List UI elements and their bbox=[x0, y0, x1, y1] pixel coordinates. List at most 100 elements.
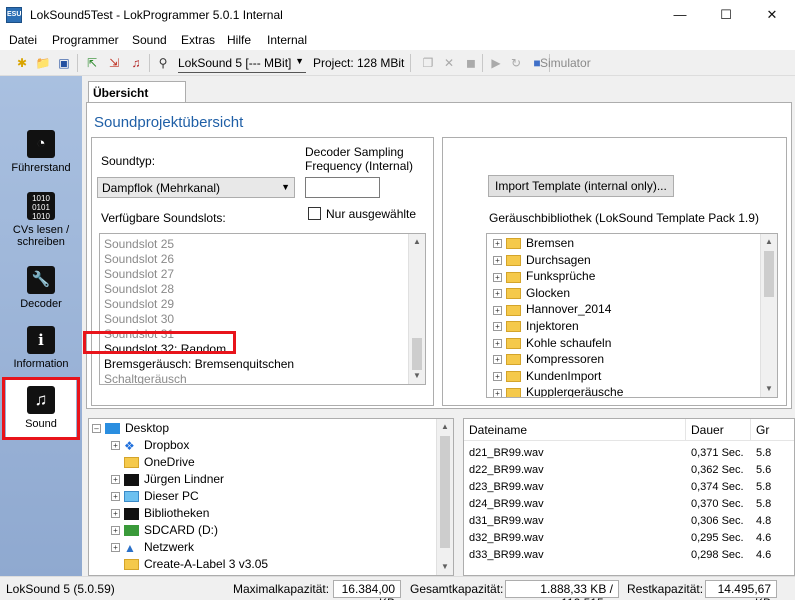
nav-information[interactable]: i Information bbox=[6, 326, 76, 370]
import-icon[interactable]: ⇱ bbox=[84, 55, 100, 71]
probe-icon[interactable]: ⚲ bbox=[155, 55, 171, 71]
expand-icon[interactable]: + bbox=[111, 441, 120, 451]
tree-item-sdcard[interactable]: + SDCARD (D:) bbox=[111, 523, 218, 537]
expand-icon[interactable]: + bbox=[493, 239, 502, 249]
file-duration-cell[interactable]: 0,298 Sec. bbox=[686, 547, 751, 564]
tree-item-bibliotheken[interactable]: + Bibliotheken bbox=[111, 506, 209, 520]
file-duration-cell[interactable]: 0,370 Sec. bbox=[686, 496, 751, 513]
file-name-cell[interactable]: d23_BR99.wav bbox=[464, 479, 686, 496]
list-item[interactable]: Schaltgeräusch bbox=[100, 372, 425, 384]
list-item[interactable]: Soundslot 25 bbox=[100, 237, 425, 252]
file-size-cell[interactable]: 5.8 bbox=[751, 496, 794, 513]
file-size-cell[interactable]: 4.6 bbox=[751, 530, 794, 547]
file-tree-scrollbar[interactable]: ▲ ▼ bbox=[436, 419, 453, 575]
file-duration-cell[interactable]: 0,295 Sec. bbox=[686, 530, 751, 547]
open-folder-icon[interactable]: 📁 bbox=[35, 55, 51, 71]
scroll-down-icon[interactable]: ▼ bbox=[409, 368, 425, 384]
file-table[interactable]: Dateiname Dauer Gr d21_BR99.wav 0,371 Sec… bbox=[463, 418, 795, 576]
tree-item-dieser-pc[interactable]: + Dieser PC bbox=[111, 489, 199, 503]
file-name-cell[interactable]: d21_BR99.wav bbox=[464, 445, 686, 462]
soundslot-list[interactable]: Soundslot 25 Soundslot 26 Soundslot 27 S… bbox=[99, 233, 426, 385]
tree-item[interactable]: + Injektoren bbox=[493, 319, 777, 336]
list-item[interactable]: Soundslot 29 bbox=[100, 297, 425, 312]
minimize-icon[interactable]: — bbox=[657, 0, 703, 30]
column-header-dauer[interactable]: Dauer bbox=[686, 419, 751, 441]
column-header-groesse[interactable]: Gr bbox=[751, 419, 794, 441]
file-size-cell[interactable]: 5.8 bbox=[751, 445, 794, 462]
library-scrollbar[interactable]: ▲ ▼ bbox=[760, 234, 777, 397]
tree-item[interactable]: + Kohle schaufeln bbox=[493, 336, 777, 353]
scroll-down-icon[interactable]: ▼ bbox=[761, 381, 777, 397]
scroll-thumb[interactable] bbox=[764, 251, 774, 297]
scroll-up-icon[interactable]: ▲ bbox=[437, 419, 453, 435]
music-export-icon[interactable]: ♫ bbox=[128, 55, 144, 71]
expand-icon[interactable]: + bbox=[493, 338, 502, 348]
import-template-button[interactable]: Import Template (internal only)... bbox=[488, 175, 674, 197]
expand-icon[interactable]: + bbox=[493, 388, 502, 397]
tree-item[interactable]: + Hannover_2014 bbox=[493, 302, 777, 319]
menu-internal[interactable]: Internal bbox=[267, 33, 307, 47]
expand-icon[interactable]: + bbox=[493, 305, 502, 315]
soundtyp-select[interactable]: Dampflok (Mehrkanal) ▼ bbox=[97, 177, 295, 198]
menu-hilfe[interactable]: Hilfe bbox=[227, 33, 251, 47]
file-name-cell[interactable]: d24_BR99.wav bbox=[464, 496, 686, 513]
list-item[interactable]: Bremsgeräusch: Bremsenquitschen bbox=[100, 357, 425, 372]
file-size-cell[interactable]: 5.6 bbox=[751, 462, 794, 479]
reload-icon[interactable]: ↻ bbox=[508, 55, 524, 71]
expand-icon[interactable]: + bbox=[493, 255, 502, 265]
tree-item-create-a-label[interactable]: Create-A-Label 3 v3.05 bbox=[124, 557, 268, 571]
expand-icon[interactable]: + bbox=[111, 543, 120, 553]
file-size-cell[interactable]: 5.8 bbox=[751, 479, 794, 496]
tree-item[interactable]: + Kompressoren bbox=[493, 352, 777, 369]
file-duration-cell[interactable]: 0,371 Sec. bbox=[686, 445, 751, 462]
simulator-button[interactable]: Simulator bbox=[540, 56, 591, 70]
scroll-up-icon[interactable]: ▲ bbox=[761, 234, 777, 250]
list-item[interactable]: Soundslot 30 bbox=[100, 312, 425, 327]
tree-item-user[interactable]: + Jürgen Lindner bbox=[111, 472, 224, 486]
delete-icon[interactable]: ✕ bbox=[441, 55, 457, 71]
column-header-dateiname[interactable]: Dateiname bbox=[464, 419, 686, 441]
file-duration-cell[interactable]: 0,306 Sec. bbox=[686, 513, 751, 530]
file-duration-cell[interactable]: 0,374 Sec. bbox=[686, 479, 751, 496]
new-project-icon[interactable]: ✱ bbox=[14, 55, 30, 71]
tree-item[interactable]: + Glocken bbox=[493, 286, 777, 303]
tree-item-desktop[interactable]: – Desktop bbox=[92, 421, 169, 435]
maximize-icon[interactable]: ☐ bbox=[703, 0, 749, 30]
menu-sound[interactable]: Sound bbox=[132, 33, 167, 47]
list-item[interactable]: Soundslot 28 bbox=[100, 282, 425, 297]
stop-icon[interactable]: ◼ bbox=[463, 55, 479, 71]
tree-item[interactable]: + Durchsagen bbox=[493, 253, 777, 270]
list-item[interactable]: Soundslot 27 bbox=[100, 267, 425, 282]
expand-icon[interactable]: + bbox=[111, 526, 120, 536]
file-duration-cell[interactable]: 0,362 Sec. bbox=[686, 462, 751, 479]
copy-icon[interactable]: ❐ bbox=[420, 55, 436, 71]
close-icon[interactable]: ✕ bbox=[749, 0, 795, 30]
tree-item-onedrive[interactable]: OneDrive bbox=[124, 455, 195, 469]
menu-programmer[interactable]: Programmer bbox=[52, 33, 119, 47]
tree-item[interactable]: + Kupplergeräusche bbox=[493, 385, 777, 397]
scroll-thumb[interactable] bbox=[412, 338, 422, 370]
expand-icon[interactable]: + bbox=[111, 509, 120, 519]
export-icon[interactable]: ⇲ bbox=[106, 55, 122, 71]
sampling-input[interactable] bbox=[305, 177, 380, 198]
file-size-cell[interactable]: 4.8 bbox=[751, 513, 794, 530]
file-name-cell[interactable]: d22_BR99.wav bbox=[464, 462, 686, 479]
save-icon[interactable]: ▣ bbox=[56, 55, 72, 71]
menu-datei[interactable]: Datei bbox=[9, 33, 37, 47]
expand-icon[interactable]: + bbox=[493, 289, 502, 299]
tab-uebersicht[interactable]: Übersicht bbox=[88, 81, 186, 103]
expand-icon[interactable]: + bbox=[493, 355, 502, 365]
expand-icon[interactable]: + bbox=[493, 272, 502, 282]
nav-cvs[interactable]: 1010 0101 1010 CVs lesen / schreiben bbox=[6, 192, 76, 248]
nav-fuehrerstand[interactable]: ◔ Führerstand bbox=[6, 130, 76, 174]
expand-icon[interactable]: + bbox=[111, 475, 120, 485]
scroll-thumb[interactable] bbox=[440, 436, 450, 548]
scroll-down-icon[interactable]: ▼ bbox=[437, 559, 453, 575]
only-selected-checkbox[interactable] bbox=[308, 207, 321, 220]
tree-item-netzwerk[interactable]: + ▲ Netzwerk bbox=[111, 540, 194, 555]
file-name-cell[interactable]: d33_BR99.wav bbox=[464, 547, 686, 564]
library-tree[interactable]: + Bremsen + Durchsagen + Funksprüche + Glock… bbox=[486, 233, 778, 398]
expand-icon[interactable]: + bbox=[493, 322, 502, 332]
list-item[interactable]: Soundslot 26 bbox=[100, 252, 425, 267]
tree-item[interactable]: + Bremsen bbox=[493, 236, 777, 253]
